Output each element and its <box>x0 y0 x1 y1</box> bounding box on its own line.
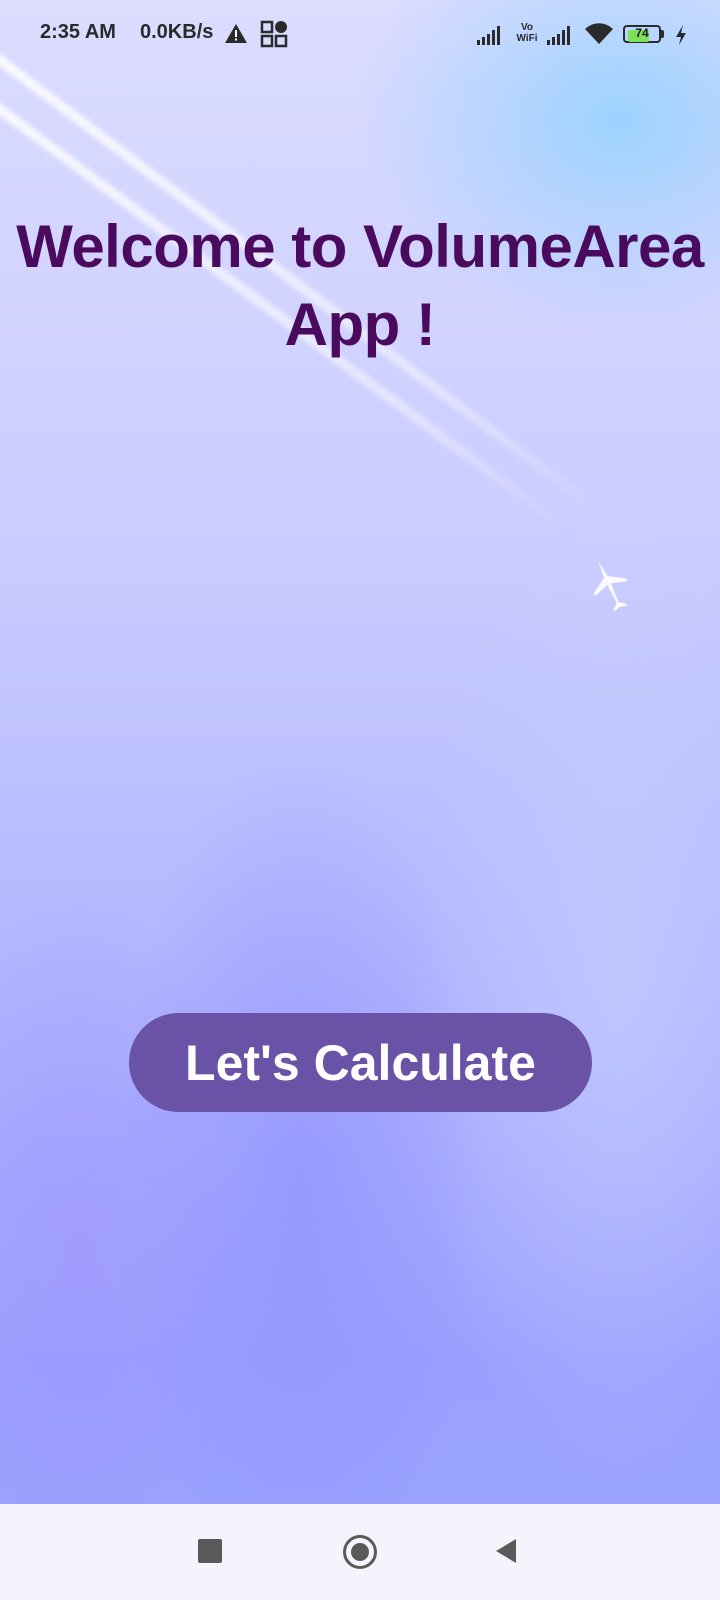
status-bar: 2:35 AM 0.0KB/s Vo WiFi 74 <box>0 0 720 70</box>
battery-nub <box>661 30 664 38</box>
home-icon-dot <box>351 1543 369 1561</box>
lets-calculate-button[interactable]: Let's Calculate <box>129 1013 592 1112</box>
signal-icon <box>547 26 570 45</box>
battery-level: 74 <box>635 26 649 40</box>
app-screen: 2:35 AM 0.0KB/s Vo WiFi 74 Welcome to Vo… <box>0 0 720 1600</box>
back-icon[interactable] <box>494 1537 518 1565</box>
navigation-bar <box>0 1504 720 1600</box>
charging-bolt-icon <box>676 25 686 45</box>
vowifi-icon: Vo WiFi <box>514 22 540 44</box>
vowifi-label-top: Vo <box>520 22 534 33</box>
wifi-icon <box>585 23 613 44</box>
home-icon[interactable] <box>343 1535 377 1569</box>
app-grid-icon <box>260 20 288 48</box>
warning-icon <box>225 24 247 43</box>
page-title: Welcome to VolumeArea App ! <box>16 213 704 358</box>
status-time: 2:35 AM <box>40 21 116 43</box>
vowifi-label-bottom: WiFi <box>516 33 538 44</box>
airplane-icon <box>593 560 628 612</box>
signal-icon <box>477 26 500 45</box>
battery-icon: 74 <box>623 25 665 45</box>
network-speed: 0.0KB/s <box>140 21 214 43</box>
recents-icon[interactable] <box>198 1539 222 1563</box>
